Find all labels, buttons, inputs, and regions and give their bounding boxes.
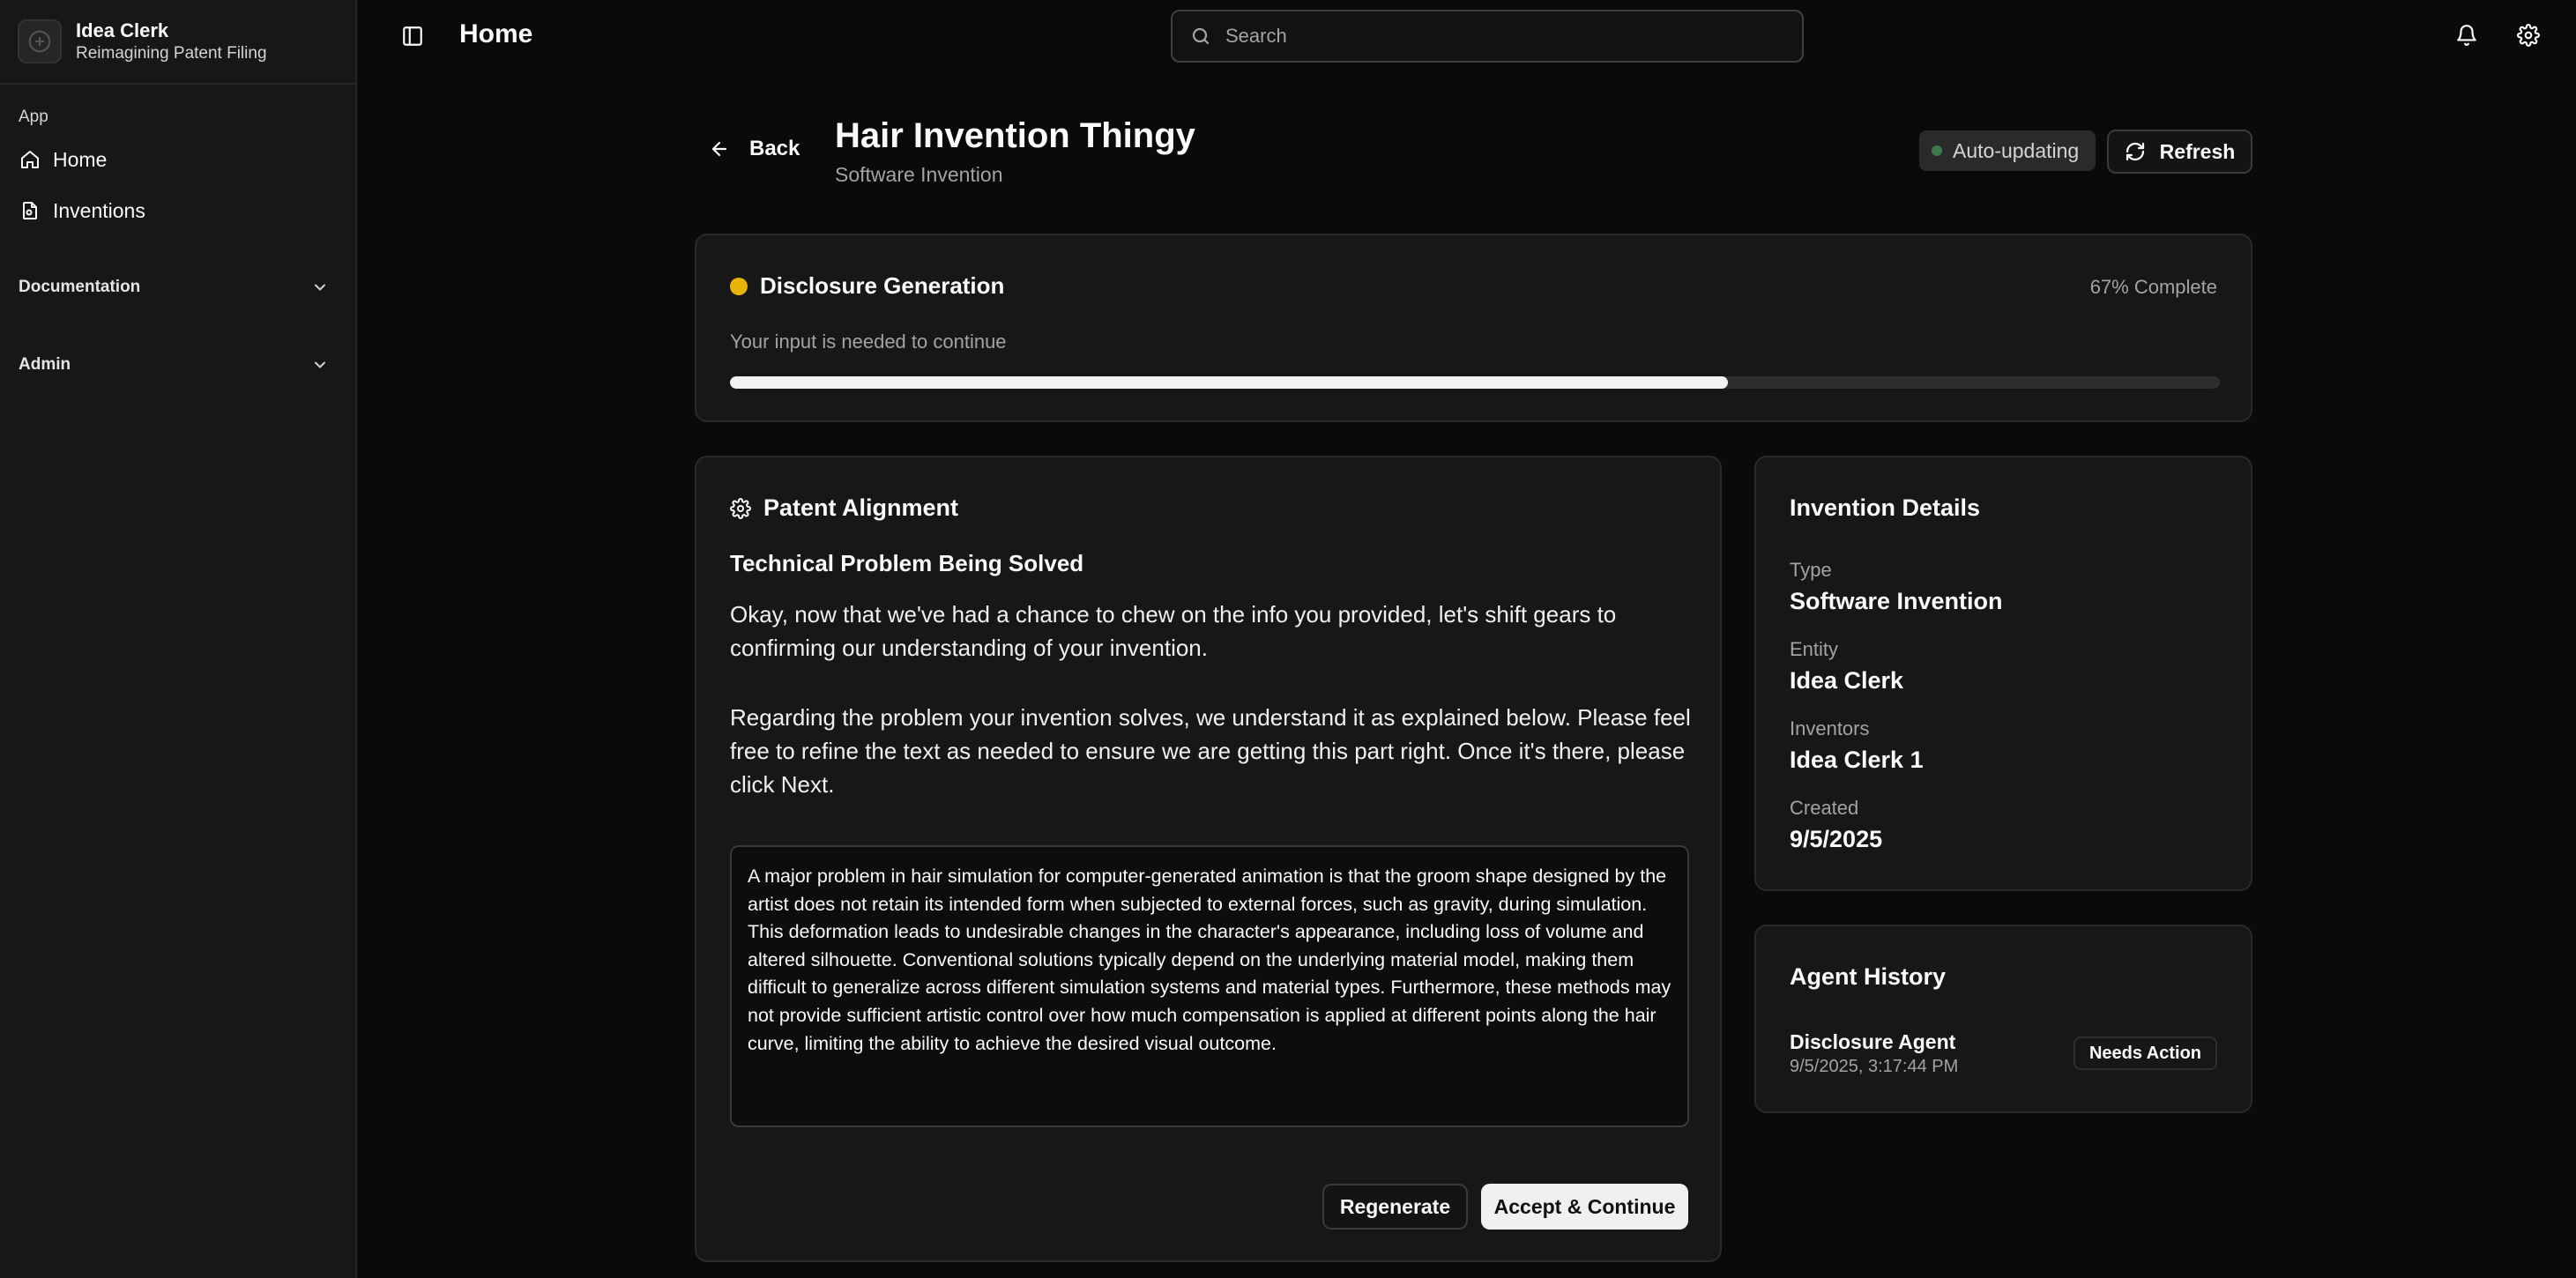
- detail-label-created: Created: [1790, 797, 1859, 819]
- details-title: Invention Details: [1790, 494, 1981, 521]
- history-timestamp: 9/5/2025, 3:17:44 PM: [1790, 1057, 1959, 1076]
- sidebar-item-home[interactable]: Home: [0, 134, 355, 185]
- detail-value-entity: Idea Clerk: [1790, 667, 1904, 694]
- progress-percent-label: 67% Complete: [2089, 276, 2217, 298]
- sidebar-toggle-icon[interactable]: [401, 25, 424, 48]
- history-title: Agent History: [1790, 963, 1947, 990]
- progress-card: Disclosure Generation 67% Complete Your …: [695, 234, 2252, 422]
- detail-label-type: Type: [1790, 559, 1832, 581]
- auto-updating-badge: Auto-updating: [1919, 130, 2096, 171]
- alignment-title: Patent Alignment: [763, 494, 959, 521]
- status-dot-icon: [1932, 145, 1942, 156]
- refresh-icon: [2125, 141, 2146, 162]
- back-label: Back: [749, 137, 800, 160]
- chevron-down-icon: [311, 279, 329, 296]
- sidebar-item-label: Home: [53, 147, 108, 171]
- problem-textarea[interactable]: A major problem in hair simulation for c…: [730, 845, 1689, 1127]
- back-button[interactable]: Back: [709, 137, 800, 161]
- sidebar-item-inventions[interactable]: Inventions: [0, 185, 355, 236]
- refresh-button[interactable]: Refresh: [2107, 130, 2252, 174]
- progress-bar: [730, 376, 2220, 389]
- home-icon: [19, 149, 41, 170]
- search-input[interactable]: [1225, 25, 1754, 48]
- sidebar-section-label: Documentation: [19, 278, 141, 296]
- progress-bar-fill: [730, 376, 1729, 389]
- patent-alignment-card: Patent Alignment Technical Problem Being…: [695, 456, 1722, 1262]
- sidebar-group-label: App: [19, 108, 48, 126]
- detail-value-type: Software Invention: [1790, 588, 2003, 614]
- history-agent-name: Disclosure Agent: [1790, 1030, 1956, 1053]
- agent-history-card: Agent History Disclosure Agent 9/5/2025,…: [1754, 925, 2252, 1113]
- search-box[interactable]: [1171, 10, 1804, 63]
- page-title: Hair Invention Thingy: [835, 116, 1195, 155]
- detail-label-entity: Entity: [1790, 638, 1839, 660]
- detail-value-created: 9/5/2025: [1790, 826, 1883, 852]
- bell-icon[interactable]: [2455, 24, 2480, 48]
- brand[interactable]: Idea Clerk Reimagining Patent Filing: [0, 0, 355, 85]
- sidebar: Idea Clerk Reimagining Patent Filing App…: [0, 0, 357, 1278]
- chevron-down-icon: [311, 356, 329, 374]
- page-title-topbar: Home: [459, 19, 533, 48]
- status-dot-icon: [730, 277, 748, 295]
- gear-icon[interactable]: [2517, 24, 2542, 48]
- sidebar-section-admin[interactable]: Admin: [0, 326, 355, 404]
- logo-icon: [18, 19, 62, 63]
- instruction-paragraph: Regarding the problem your invention sol…: [730, 704, 1691, 798]
- intro-paragraph: Okay, now that we've had a chance to che…: [730, 601, 1617, 661]
- page-subtitle: Software Invention: [835, 163, 1003, 186]
- search-icon: [1190, 26, 1211, 47]
- file-icon: [19, 200, 41, 221]
- accept-continue-button[interactable]: Accept & Continue: [1481, 1184, 1688, 1230]
- invention-details-card: Invention Details Type Software Inventio…: [1754, 456, 2252, 891]
- regenerate-button[interactable]: Regenerate: [1322, 1184, 1468, 1230]
- gear-icon: [730, 497, 751, 519]
- progress-title: Disclosure Generation: [760, 272, 1005, 299]
- sidebar-item-label: Inventions: [53, 198, 145, 222]
- progress-status: Disclosure Generation: [730, 272, 1004, 300]
- sidebar-section-label: Admin: [19, 355, 71, 374]
- status-badge[interactable]: Needs Action: [2073, 1037, 2217, 1070]
- arrow-left-icon: [709, 138, 730, 160]
- section-title: Technical Problem Being Solved: [730, 550, 1084, 576]
- detail-label-inventors: Inventors: [1790, 717, 1870, 739]
- brand-tagline: Reimagining Patent Filing: [76, 44, 267, 63]
- brand-name: Idea Clerk: [76, 19, 169, 41]
- refresh-label: Refresh: [2159, 139, 2236, 163]
- sidebar-section-documentation[interactable]: Documentation: [0, 249, 355, 326]
- detail-value-inventors: Idea Clerk 1: [1790, 747, 1924, 773]
- auto-updating-label: Auto-updating: [1953, 138, 2080, 162]
- topbar: Home: [359, 0, 2576, 72]
- alignment-header: Patent Alignment: [730, 494, 958, 522]
- progress-subtitle: Your input is needed to continue: [730, 331, 1007, 353]
